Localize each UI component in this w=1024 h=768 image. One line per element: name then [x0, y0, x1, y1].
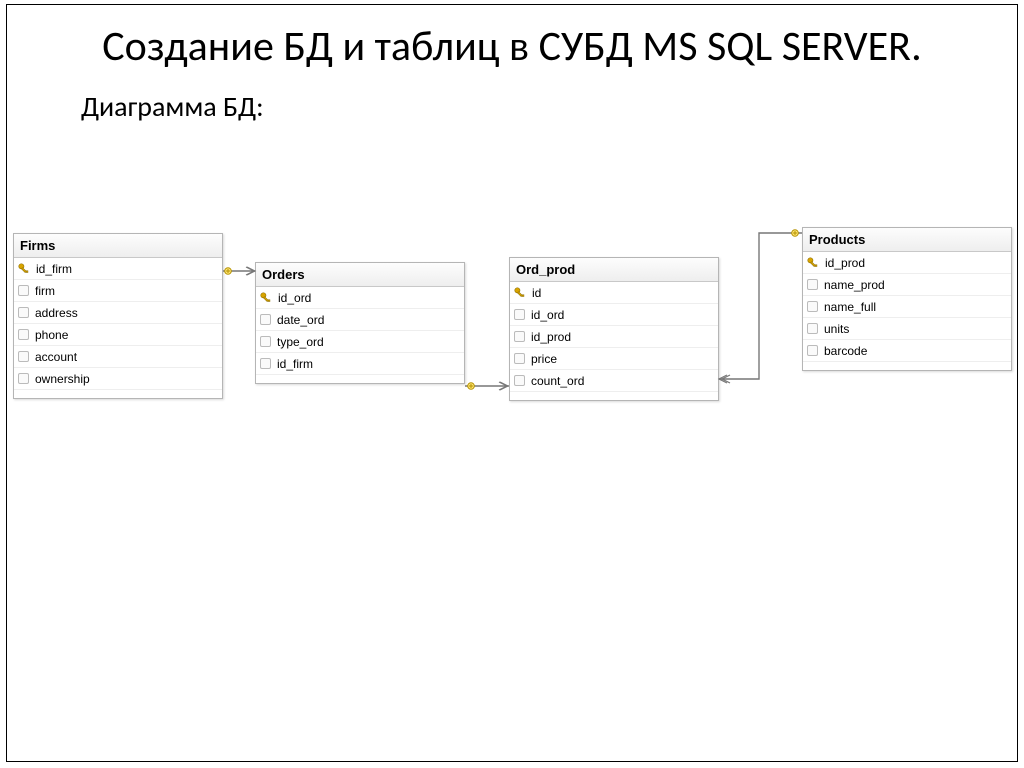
- table-row[interactable]: id_prod: [803, 252, 1011, 274]
- column-name: id_firm: [277, 357, 459, 371]
- table-row[interactable]: date_ord: [256, 309, 464, 331]
- column-name: date_ord: [277, 313, 459, 327]
- column-icon: [514, 375, 525, 386]
- table-row[interactable]: id_ord: [510, 304, 718, 326]
- key-icon: [259, 291, 273, 305]
- column-name: id_ord: [531, 308, 713, 322]
- table-header: Firms: [14, 234, 222, 258]
- column-icon: [18, 329, 29, 340]
- column-name: name_full: [824, 300, 1006, 314]
- column-icon: [260, 314, 271, 325]
- relation-ordprod-products: [719, 229, 802, 385]
- key-icon: [17, 262, 31, 276]
- column-name: id_ord: [278, 291, 459, 305]
- diagram-canvas: Firms id_firm firm address phone account…: [7, 5, 1017, 761]
- column-icon: [807, 323, 818, 334]
- key-icon: [513, 286, 527, 300]
- column-name: ownership: [35, 372, 217, 386]
- column-icon: [514, 353, 525, 364]
- table-row[interactable]: firm: [14, 280, 222, 302]
- table-row[interactable]: id: [510, 282, 718, 304]
- column-name: units: [824, 322, 1006, 336]
- column-icon: [18, 373, 29, 384]
- column-icon: [514, 331, 525, 342]
- table-row[interactable]: units: [803, 318, 1011, 340]
- relation-firms-orders: [223, 263, 255, 273]
- table-row[interactable]: account: [14, 346, 222, 368]
- column-name: id_firm: [36, 262, 217, 276]
- table-row[interactable]: barcode: [803, 340, 1011, 362]
- table-row[interactable]: address: [14, 302, 222, 324]
- table-header: Ord_prod: [510, 258, 718, 282]
- table-orders[interactable]: Orders id_ord date_ord type_ord id_firm: [255, 262, 465, 384]
- table-row[interactable]: id_firm: [256, 353, 464, 375]
- column-icon: [260, 336, 271, 347]
- table-header: Orders: [256, 263, 464, 287]
- column-icon: [18, 351, 29, 362]
- column-icon: [260, 358, 271, 369]
- table-row[interactable]: id_ord: [256, 287, 464, 309]
- table-row[interactable]: count_ord: [510, 370, 718, 392]
- column-name: type_ord: [277, 335, 459, 349]
- table-row[interactable]: id_firm: [14, 258, 222, 280]
- table-row[interactable]: name_full: [803, 296, 1011, 318]
- column-icon: [807, 279, 818, 290]
- relation-orders-ordprod: [465, 378, 509, 388]
- column-name: phone: [35, 328, 217, 342]
- column-icon: [18, 285, 29, 296]
- table-firms[interactable]: Firms id_firm firm address phone account…: [13, 233, 223, 399]
- column-name: account: [35, 350, 217, 364]
- column-name: id: [532, 286, 713, 300]
- table-row[interactable]: id_prod: [510, 326, 718, 348]
- table-ord-prod[interactable]: Ord_prod id id_ord id_prod price count_o…: [509, 257, 719, 401]
- column-icon: [807, 301, 818, 312]
- table-row[interactable]: name_prod: [803, 274, 1011, 296]
- column-name: id_prod: [825, 256, 1006, 270]
- table-row[interactable]: type_ord: [256, 331, 464, 353]
- table-products[interactable]: Products id_prod name_prod name_full uni…: [802, 227, 1012, 371]
- column-name: price: [531, 352, 713, 366]
- table-row[interactable]: phone: [14, 324, 222, 346]
- column-name: barcode: [824, 344, 1006, 358]
- column-icon: [514, 309, 525, 320]
- table-header: Products: [803, 228, 1011, 252]
- column-icon: [18, 307, 29, 318]
- column-name: id_prod: [531, 330, 713, 344]
- column-name: firm: [35, 284, 217, 298]
- column-icon: [807, 345, 818, 356]
- column-name: count_ord: [531, 374, 713, 388]
- table-row[interactable]: ownership: [14, 368, 222, 390]
- column-name: address: [35, 306, 217, 320]
- slide-frame: Создание БД и таблиц в СУБД MS SQL SERVE…: [6, 4, 1018, 762]
- key-icon: [806, 256, 820, 270]
- column-name: name_prod: [824, 278, 1006, 292]
- table-row[interactable]: price: [510, 348, 718, 370]
